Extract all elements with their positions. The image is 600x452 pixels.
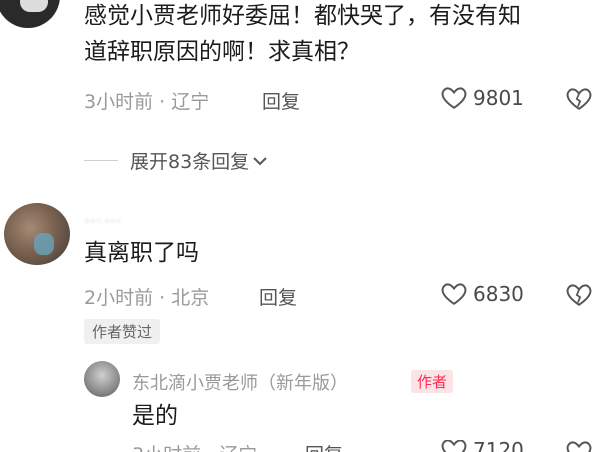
comment-time-location: 2小时前 · 北京	[84, 287, 210, 309]
like-count: 7120	[473, 440, 524, 452]
reply-button[interactable]: 回复	[305, 440, 343, 452]
chevron-down-icon	[253, 156, 267, 165]
heart-outline-icon	[441, 440, 467, 452]
avatar[interactable]	[4, 203, 70, 265]
like-count: 6830	[473, 282, 524, 306]
comment-text: 是的	[132, 403, 178, 429]
broken-heart-icon	[566, 88, 592, 110]
like-button[interactable]: 9801	[441, 86, 524, 110]
comment-text-line: 感觉小贾老师好委屈！都快哭了，有没有知	[84, 3, 521, 29]
broken-heart-icon	[566, 441, 592, 452]
dislike-button[interactable]	[566, 440, 592, 452]
comment-time-location: 3小时前 · 辽宁	[84, 91, 210, 113]
heart-outline-icon	[441, 87, 467, 109]
like-button[interactable]: 7120	[441, 440, 524, 452]
reply-button[interactable]: 回复	[259, 283, 297, 310]
dislike-button[interactable]	[566, 283, 592, 311]
dislike-button[interactable]	[566, 87, 592, 115]
reply-meta-row: 3小时前 · 辽宁 回复 7120	[0, 440, 600, 452]
avatar[interactable]	[0, 0, 60, 28]
author-liked-badge: 作者赞过	[84, 319, 161, 344]
reply-button[interactable]: 回复	[262, 87, 300, 114]
broken-heart-icon	[566, 284, 592, 306]
divider	[84, 160, 118, 161]
comment-text: 真离职了吗	[84, 240, 199, 266]
like-count: 9801	[473, 86, 524, 110]
expand-replies-button[interactable]: 展开83条回复	[84, 147, 268, 174]
like-button[interactable]: 6830	[441, 282, 524, 306]
avatar[interactable]	[84, 361, 120, 397]
username[interactable]: 东北滴小贾老师（新年版）	[132, 369, 348, 395]
expand-replies-label: 展开83条回复	[130, 151, 250, 173]
comment-time-location: 3小时前 · 辽宁	[132, 440, 257, 452]
comment-text: 感觉小贾老师好委屈！都快哭了，有没有知 道辞职原因的啊！求真相？	[84, 0, 521, 70]
heart-outline-icon	[441, 283, 467, 305]
username[interactable]: ……	[84, 206, 124, 227]
author-badge: 作者	[411, 370, 454, 393]
comment-text-line: 道辞职原因的啊！求真相？	[84, 39, 360, 65]
